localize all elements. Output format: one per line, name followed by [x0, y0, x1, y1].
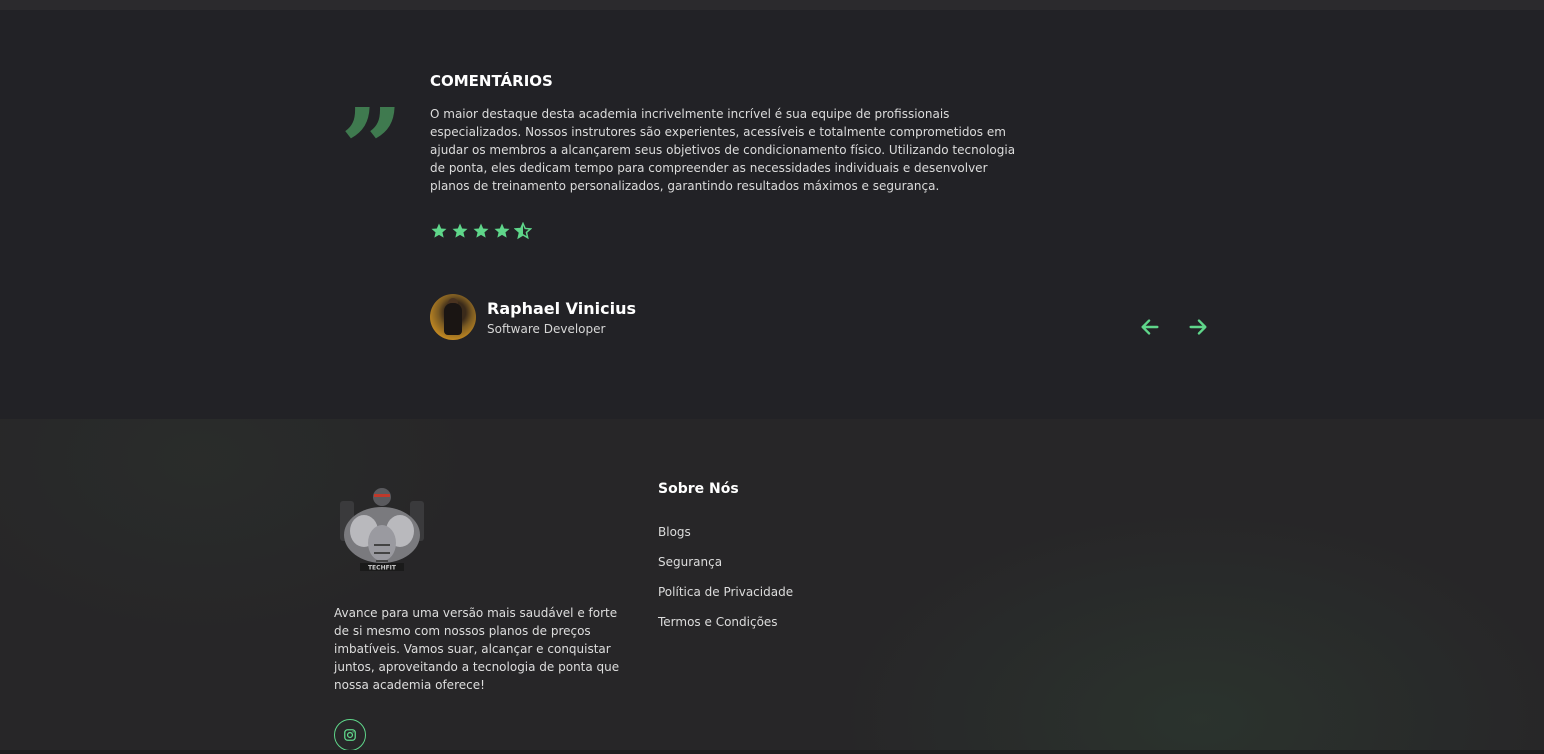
section-heading: COMENTÁRIOS [430, 72, 553, 90]
footer-links-title: Sobre Nós [658, 481, 739, 497]
author-role: Software Developer [487, 321, 606, 336]
avatar [430, 294, 476, 340]
arrow-right-icon[interactable] [1187, 316, 1209, 338]
star-icon [431, 223, 447, 238]
footer-link-security[interactable]: Segurança [658, 554, 793, 584]
arrow-left-icon[interactable] [1139, 316, 1161, 338]
footer-link-terms[interactable]: Termos e Condições [658, 614, 793, 644]
logo-text: TECHFIT [368, 565, 397, 572]
footer-link-blogs[interactable]: Blogs [658, 524, 793, 554]
bottom-divider [0, 750, 1544, 754]
star-icon [494, 223, 510, 238]
footer-about-text: Avance para uma versão mais saudável e f… [334, 606, 620, 692]
instagram-button[interactable] [334, 719, 366, 751]
star-icon [452, 223, 468, 238]
quote-icon: ” [340, 84, 403, 213]
instagram-icon [344, 729, 356, 741]
top-strip [0, 0, 1544, 10]
star-half-icon [514, 222, 532, 240]
testimonial-section: ” COMENTÁRIOS O maior destaque desta aca… [0, 10, 1544, 419]
testimonial-author: Raphael Vinicius Software Developer [430, 294, 636, 340]
logo[interactable]: TECHFIT [334, 483, 430, 579]
footer-link-privacy[interactable]: Política de Privacidade [658, 584, 793, 614]
testimonial-text: O maior destaque desta academia incrivel… [430, 107, 1016, 193]
star-icon [473, 223, 489, 238]
footer: TECHFIT Avance para uma versão mais saud… [0, 419, 1544, 754]
rating-stars [430, 222, 532, 240]
footer-links: Blogs Segurança Política de Privacidade … [658, 524, 793, 644]
author-name: Raphael Vinicius [487, 298, 637, 318]
